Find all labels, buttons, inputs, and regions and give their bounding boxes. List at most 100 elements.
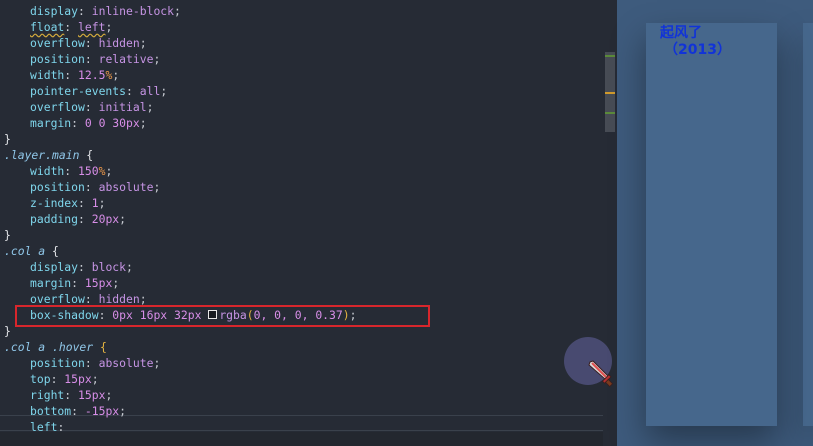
code-token: display	[30, 260, 79, 274]
code-token: ;	[139, 116, 147, 130]
code-token: 0 0 30px	[84, 116, 140, 130]
code-token: :	[126, 84, 140, 98]
code-line[interactable]: position: absolute;	[30, 355, 160, 371]
code-token: ;	[119, 212, 127, 226]
code-line[interactable]: padding: 20px;	[30, 211, 126, 227]
code-token: block	[91, 260, 127, 274]
code-token: :	[71, 404, 85, 418]
code-token: }	[4, 324, 11, 338]
code-token: absolute	[98, 180, 154, 194]
code-token: ;	[119, 404, 127, 418]
code-token: left	[78, 20, 106, 34]
code-token: {	[52, 244, 59, 258]
scroll-marker	[605, 92, 615, 94]
scroll-marker	[605, 112, 615, 114]
code-token: overflow	[30, 36, 85, 50]
code-line[interactable]: margin: 0 0 30px;	[30, 115, 147, 131]
code-line[interactable]: width: 12.5%;	[30, 67, 119, 83]
scroll-marker	[605, 55, 615, 57]
code-token: ;	[146, 100, 154, 114]
code-token: 20px	[91, 212, 120, 226]
code-token: 12.5	[78, 68, 106, 82]
code-token: :	[50, 372, 65, 386]
code-token: ;	[153, 180, 161, 194]
code-token: initial	[98, 100, 147, 114]
code-token: 15px	[78, 388, 106, 402]
code-token: .col a	[4, 244, 46, 258]
code-token: :	[64, 20, 79, 34]
code-token: -15px	[84, 404, 120, 418]
code-line[interactable]: overflow: initial;	[30, 99, 153, 115]
code-token: 15px	[64, 372, 92, 386]
code-line[interactable]: display: block;	[30, 259, 133, 275]
code-line[interactable]: display: inline-block;	[30, 3, 181, 19]
preview-card-next[interactable]	[803, 23, 813, 426]
code-line[interactable]: }	[4, 227, 11, 243]
code-token: position	[30, 356, 85, 370]
editor-bottom-bar	[0, 432, 617, 446]
code-token: absolute	[98, 356, 154, 370]
code-token: }	[4, 132, 11, 146]
code-token: inline-block	[91, 4, 175, 18]
code-token: ;	[112, 276, 120, 290]
code-line[interactable]: top: 15px;	[30, 371, 99, 387]
code-token: display	[30, 4, 79, 18]
code-token: :	[78, 260, 92, 274]
code-token: margin	[30, 276, 72, 290]
code-token: 15px	[84, 276, 113, 290]
code-line[interactable]: .layer.main {	[4, 147, 93, 163]
code-line[interactable]: z-index: 1;	[30, 195, 105, 211]
code-token: :	[64, 388, 79, 402]
code-line[interactable]: width: 150%;	[30, 163, 112, 179]
code-line[interactable]: position: absolute;	[30, 179, 160, 195]
code-token: pointer-events	[30, 84, 127, 98]
code-token: overflow	[30, 100, 85, 114]
song-title: 起风了	[660, 25, 702, 41]
code-token: .col a .hover	[4, 340, 94, 354]
code-line[interactable]: }	[4, 323, 11, 339]
code-token: ;	[174, 4, 181, 18]
code-token: position	[30, 52, 85, 66]
code-line[interactable]: overflow: hidden;	[30, 35, 147, 51]
code-line[interactable]: }	[4, 131, 11, 147]
code-token: ;	[126, 260, 133, 274]
code-token: .layer.main	[4, 148, 80, 162]
code-token: :	[78, 196, 92, 210]
code-token: :	[84, 356, 99, 370]
code-token: width	[30, 68, 65, 82]
code-token: :	[78, 212, 92, 226]
code-token: :	[84, 100, 99, 114]
code-token: :	[64, 164, 79, 178]
code-token: margin	[30, 116, 72, 130]
code-token: ;	[139, 292, 147, 306]
code-line[interactable]: position: relative;	[30, 51, 160, 67]
code-line[interactable]: bottom: -15px;	[30, 403, 126, 419]
code-token: ;	[91, 372, 99, 386]
code-token: float	[30, 20, 65, 34]
code-editor[interactable]: display: inline-block; float: left; overfl…	[0, 0, 617, 446]
code-line[interactable]: margin: 15px;	[30, 275, 119, 291]
code-token: ;	[153, 356, 161, 370]
code-token: ;	[105, 388, 113, 402]
preview-card[interactable]	[646, 23, 777, 426]
code-token: width	[30, 164, 65, 178]
sword-cursor-icon	[588, 360, 614, 388]
code-token: 1	[91, 196, 99, 210]
code-token: :	[84, 292, 99, 306]
code-line[interactable]: pointer-events: all;	[30, 83, 167, 99]
code-token: {	[100, 340, 107, 354]
code-line[interactable]: right: 15px;	[30, 387, 112, 403]
code-line[interactable]: float: left;	[30, 19, 112, 35]
code-token: all	[139, 84, 161, 98]
code-line[interactable]: .col a {	[4, 243, 59, 259]
annotation-highlight-box	[15, 305, 430, 327]
code-token: :	[84, 180, 99, 194]
code-token: ;	[139, 36, 147, 50]
code-token: {	[86, 148, 94, 162]
code-token: z-index	[30, 196, 79, 210]
code-line[interactable]: .col a .hover {	[4, 339, 107, 355]
code-token: ;	[105, 164, 113, 178]
code-token: :	[64, 68, 79, 82]
